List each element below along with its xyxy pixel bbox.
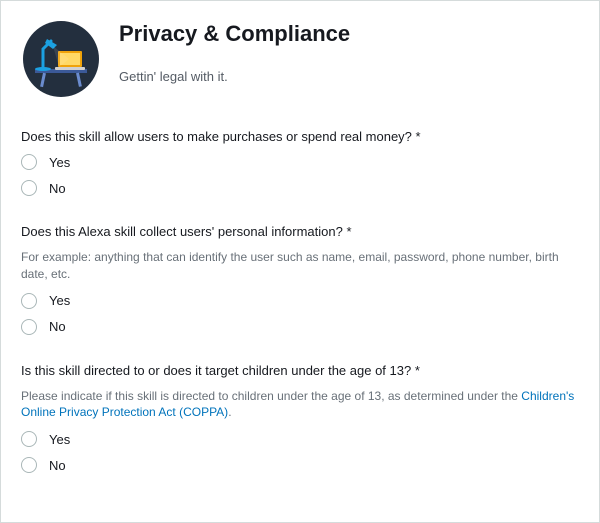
question-purchases: Does this skill allow users to make purc… — [21, 129, 579, 196]
question-label: Is this skill directed to or does it tar… — [21, 363, 579, 378]
privacy-illustration-icon — [21, 19, 101, 99]
radio-option-no[interactable]: No — [21, 457, 579, 473]
radio-option-yes[interactable]: Yes — [21, 431, 579, 447]
page-title: Privacy & Compliance — [119, 21, 350, 47]
helper-text: For example: anything that can identify … — [21, 249, 579, 283]
radio-icon — [21, 431, 37, 447]
radio-option-no[interactable]: No — [21, 180, 579, 196]
question-children: Is this skill directed to or does it tar… — [21, 363, 579, 474]
radio-icon — [21, 319, 37, 335]
radio-label: No — [49, 319, 66, 334]
helper-text: Please indicate if this skill is directe… — [21, 388, 579, 422]
question-personal-info: Does this Alexa skill collect users' per… — [21, 224, 579, 335]
radio-label: Yes — [49, 293, 70, 308]
radio-icon — [21, 293, 37, 309]
page-header: Privacy & Compliance Gettin' legal with … — [21, 19, 579, 99]
radio-option-yes[interactable]: Yes — [21, 293, 579, 309]
question-label: Does this Alexa skill collect users' per… — [21, 224, 579, 239]
radio-label: Yes — [49, 432, 70, 447]
radio-label: Yes — [49, 155, 70, 170]
radio-option-no[interactable]: No — [21, 319, 579, 335]
helper-suffix: . — [228, 405, 231, 419]
question-label: Does this skill allow users to make purc… — [21, 129, 579, 144]
page-subtitle: Gettin' legal with it. — [119, 69, 350, 84]
helper-prefix: Please indicate if this skill is directe… — [21, 389, 521, 403]
radio-label: No — [49, 181, 66, 196]
radio-icon — [21, 154, 37, 170]
radio-icon — [21, 457, 37, 473]
radio-label: No — [49, 458, 66, 473]
radio-option-yes[interactable]: Yes — [21, 154, 579, 170]
radio-icon — [21, 180, 37, 196]
